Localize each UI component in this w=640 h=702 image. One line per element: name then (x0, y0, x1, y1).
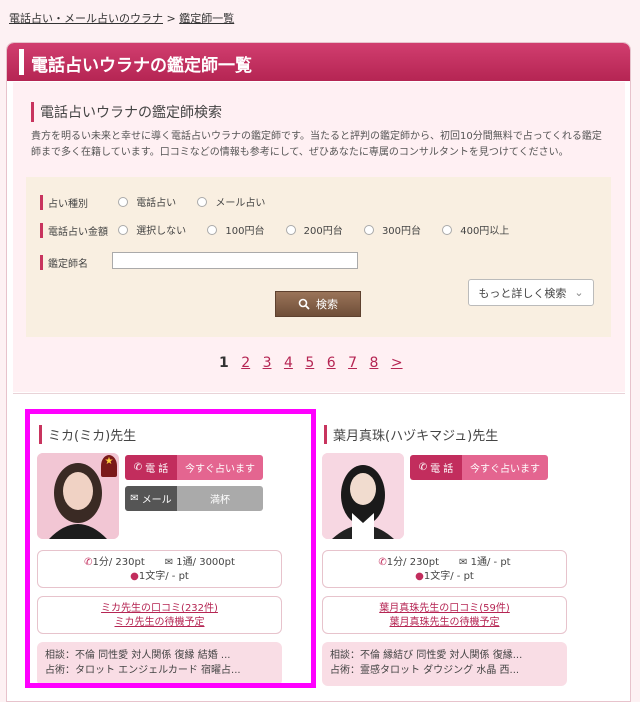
schedule-link[interactable]: ミカ先生の待機予定 (38, 616, 281, 630)
mail-icon: ✉ (130, 493, 139, 504)
mail-button[interactable]: ✉ メール 満杯 (125, 486, 263, 511)
teller-name-link[interactable]: ミカ(ミカ)先生 (39, 425, 136, 444)
phone-icon: ✆ (378, 557, 387, 568)
page-link-2[interactable]: 2 (241, 355, 250, 371)
radio-circle-icon (118, 196, 129, 207)
price-row: 電話占い金額 選択しない 100円台 200円台 300円台 400円以上 (40, 222, 527, 238)
teller-links: 葉月真珠先生の口コミ(59件) 葉月真珠先生の待機予定 (322, 596, 567, 634)
consult-tags: 相談：不倫 縁結び 同性愛 対人関係 復縁... (330, 650, 523, 661)
chat-icon: ● (130, 571, 139, 582)
radio-price-200[interactable]: 200円台 (285, 222, 343, 237)
schedule-link[interactable]: 葉月真珠先生の待機予定 (323, 616, 566, 630)
search-icon (298, 298, 310, 310)
method-tags: 占術：霊感タロット ダウジング 水晶 西... (330, 665, 520, 676)
page-next-link[interactable]: > (391, 355, 403, 371)
breadcrumb: 電話占い・メール占いのウラナ > 鑑定師一覧 (9, 10, 234, 26)
radio-price-400[interactable]: 400円以上 (442, 222, 509, 237)
page-link-5[interactable]: 5 (305, 355, 314, 371)
search-title: 電話占いウラナの鑑定師検索 (31, 102, 222, 122)
method-tags: 占術：タロット エンジェルカード 宿曜占... (45, 665, 241, 676)
chevron-down-icon: ⌄ (574, 286, 584, 299)
review-link[interactable]: 葉月真珠先生の口コミ(59件) (323, 602, 566, 616)
teller-photo[interactable]: ★ (37, 453, 119, 539)
breadcrumb-home-link[interactable]: 電話占い・メール占いのウラナ (9, 12, 163, 25)
phone-icon: ✆ (133, 462, 143, 473)
chat-icon: ● (415, 571, 424, 582)
call-button[interactable]: ✆ 電 話 今すぐ占います (410, 455, 548, 480)
price-label: 電話占い金額 (40, 222, 115, 238)
price-info: ✆1分/ 230pt ✉ 1通/ - pt ●1文字/ - pt (322, 550, 567, 588)
page-link-8[interactable]: 8 (369, 355, 378, 371)
teller-photo[interactable] (322, 453, 404, 539)
radio-price-100[interactable]: 100円台 (207, 222, 264, 237)
radio-circle-icon (285, 224, 296, 235)
radio-price-none[interactable]: 選択しない (118, 222, 186, 237)
page-link-4[interactable]: 4 (284, 355, 293, 371)
panel-header: 電話占いウラナの鑑定師一覧 (7, 43, 630, 81)
teller-tags: 相談：不倫 縁結び 同性愛 対人関係 復縁... 占術：霊感タロット ダウジング… (322, 642, 567, 686)
page-link-1: 1 (219, 355, 229, 371)
section-divider (13, 393, 625, 394)
teller-name-link[interactable]: 葉月真珠(ハヅキマジュ)先生 (324, 425, 498, 444)
phone-icon: ✆ (418, 462, 428, 473)
breadcrumb-separator: > (166, 12, 176, 25)
call-button[interactable]: ✆ 電 話 今すぐ占います (125, 455, 263, 480)
teller-portrait-image (322, 453, 404, 539)
page-link-6[interactable]: 6 (327, 355, 336, 371)
main-panel: 電話占いウラナの鑑定師一覧 電話占いウラナの鑑定師検索 貴方を明るい未来と幸せに… (6, 42, 631, 702)
advanced-search-button[interactable]: もっと詳しく検索 ⌄ (468, 279, 594, 306)
breadcrumb-current-link[interactable]: 鑑定師一覧 (179, 12, 234, 25)
rank-badge-icon: ★ (101, 455, 117, 477)
name-input[interactable] (112, 252, 358, 269)
radio-circle-icon (442, 224, 453, 235)
teller-tags: 相談：不倫 同性愛 対人関係 復縁 結婚 ... 占術：タロット エンジェルカー… (37, 642, 282, 686)
pagination: 1 2 3 4 5 6 7 8 > (219, 355, 411, 371)
radio-circle-icon (197, 196, 208, 207)
type-label: 占い種別 (40, 194, 115, 210)
name-row: 鑑定師名 (40, 255, 115, 270)
name-label: 鑑定師名 (40, 255, 115, 270)
radio-phone[interactable]: 電話占い (118, 194, 176, 209)
consult-tags: 相談：不倫 同性愛 対人関係 復縁 結婚 ... (45, 650, 231, 661)
radio-circle-icon (363, 224, 374, 235)
teller-links: ミカ先生の口コミ(232件) ミカ先生の待機予定 (37, 596, 282, 634)
search-section: 電話占いウラナの鑑定師検索 貴方を明るい未来と幸せに導く電話占いウラナの鑑定師で… (13, 82, 625, 392)
page-link-3[interactable]: 3 (263, 355, 272, 371)
radio-circle-icon (207, 224, 218, 235)
page-link-7[interactable]: 7 (348, 355, 357, 371)
search-description: 貴方を明るい未来と幸せに導く電話占いウラナの鑑定師です。当たると評判の鑑定師から… (31, 131, 602, 158)
radio-circle-icon (118, 224, 129, 235)
search-form: 占い種別 電話占い メール占い 電話占い金額 選択しない 100円台 200円台… (26, 177, 611, 337)
type-row: 占い種別 電話占い メール占い (40, 194, 283, 210)
price-info: ✆1分/ 230pt ✉ 1通/ 3000pt ●1文字/ - pt (37, 550, 282, 588)
radio-price-300[interactable]: 300円台 (363, 222, 421, 237)
radio-mail[interactable]: メール占い (197, 194, 265, 209)
page-title: 電話占いウラナの鑑定師一覧 (31, 56, 252, 76)
review-link[interactable]: ミカ先生の口コミ(232件) (38, 602, 281, 616)
search-button[interactable]: 検索 (275, 291, 361, 317)
